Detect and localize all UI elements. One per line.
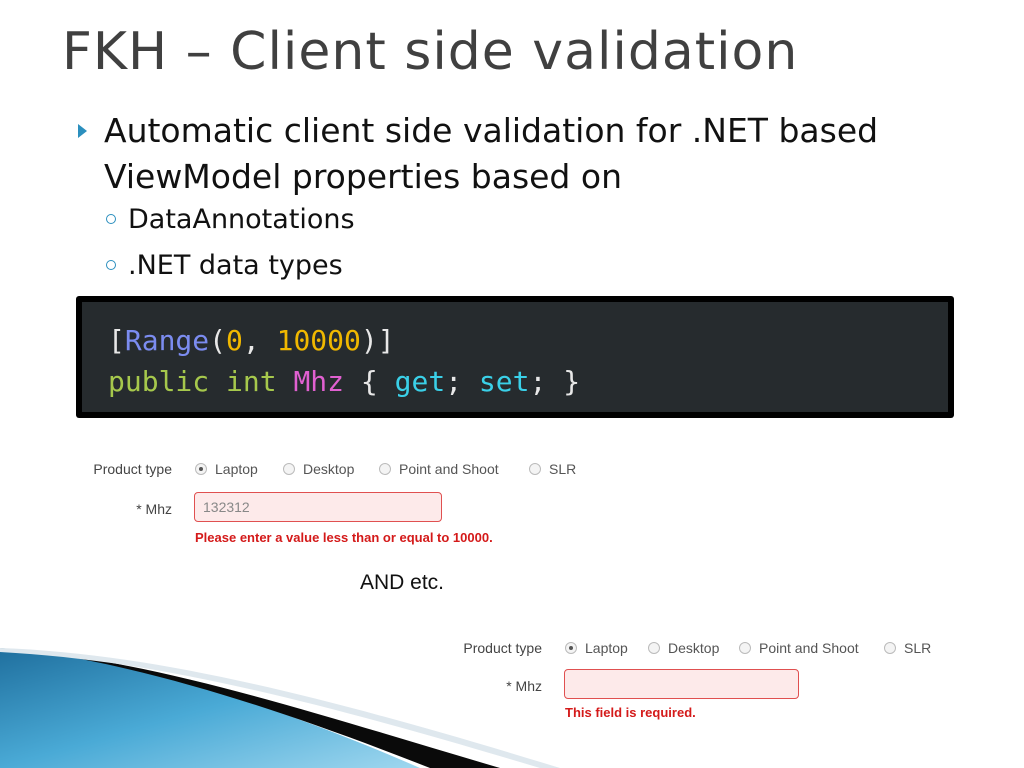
main-bullet-text: Automatic client side validation for .NE… xyxy=(104,111,879,196)
slide-title: FKH – Client side validation xyxy=(62,22,799,82)
code-line-attribute: [Range(0, 10000)] xyxy=(108,324,395,357)
main-bullet: Automatic client side validation for .NE… xyxy=(78,108,938,200)
radio-icon xyxy=(379,463,391,475)
circle-bullet-icon xyxy=(106,213,116,224)
sub-bullet-text: DataAnnotations xyxy=(128,204,355,235)
code-block: [Range(0, 10000)] public int Mhz { get; … xyxy=(76,296,954,418)
radio-icon xyxy=(648,642,660,654)
mhz-input[interactable]: 132312 xyxy=(194,492,442,522)
radio-icon xyxy=(283,463,295,475)
radio-slr[interactable]: SLR xyxy=(884,640,931,656)
sub-bullet: DataAnnotations xyxy=(106,202,355,238)
mhz-label: * Mhz xyxy=(136,501,172,517)
product-type-label: Product type xyxy=(93,461,172,477)
range-error-message: Please enter a value less than or equal … xyxy=(195,530,493,545)
radio-desktop[interactable]: Desktop xyxy=(283,461,354,477)
triangle-bullet-icon xyxy=(78,124,87,138)
radio-point-and-shoot[interactable]: Point and Shoot xyxy=(379,461,499,477)
sub-bullet-text: .NET data types xyxy=(128,250,343,281)
radio-icon xyxy=(884,642,896,654)
radio-icon xyxy=(529,463,541,475)
sub-bullet: .NET data types xyxy=(106,248,343,284)
radio-desktop[interactable]: Desktop xyxy=(648,640,719,656)
radio-slr[interactable]: SLR xyxy=(529,461,576,477)
validation-form-range: Product type Laptop Desktop Point and Sh… xyxy=(62,458,602,558)
radio-point-and-shoot[interactable]: Point and Shoot xyxy=(739,640,859,656)
and-etc-text: AND etc. xyxy=(360,571,445,594)
radio-laptop[interactable]: Laptop xyxy=(195,461,258,477)
radio-icon xyxy=(739,642,751,654)
circle-bullet-icon xyxy=(106,259,116,270)
code-line-property: public int Mhz { get; set; } xyxy=(108,365,581,398)
decorative-swoosh xyxy=(0,648,560,768)
radio-checked-icon xyxy=(195,463,207,475)
